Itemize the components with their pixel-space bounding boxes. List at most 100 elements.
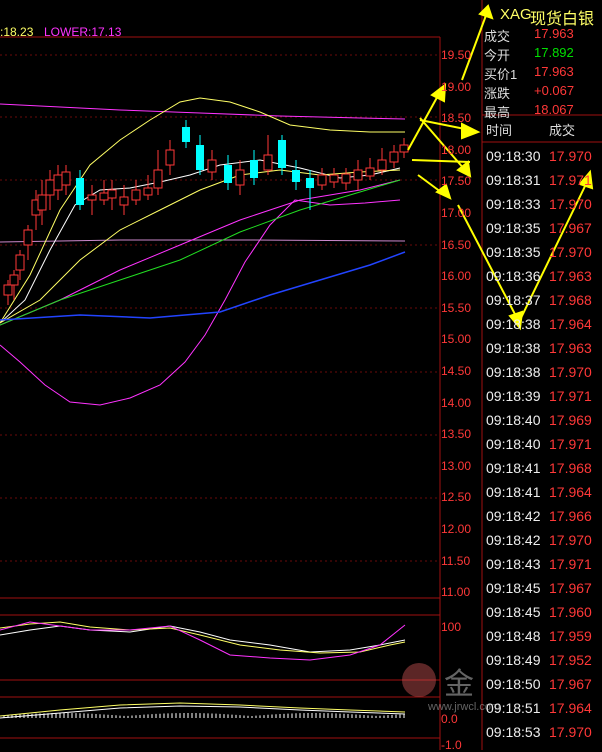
kdj-magenta	[0, 621, 406, 661]
trade-row[interactable]: 09:18:36 17.963	[482, 268, 602, 292]
candle-body	[278, 140, 286, 168]
quote-row: 今开 17.892	[482, 45, 602, 63]
trade-time: 09:18:49	[486, 652, 541, 668]
trade-row[interactable]: 09:18:53 17.970	[482, 724, 602, 748]
candle-body	[99, 192, 109, 201]
trade-row[interactable]: 09:18:35 17.970	[482, 244, 602, 268]
quote-row: 涨跌 +0.067	[482, 83, 602, 101]
trade-row[interactable]: 09:18:40 17.969	[482, 412, 602, 436]
trade-row[interactable]: 09:18:39 17.971	[482, 388, 602, 412]
trade-row[interactable]: 09:18:38 17.970	[482, 364, 602, 388]
trade-row[interactable]: 09:18:38 17.964	[482, 316, 602, 340]
candle-body	[143, 187, 153, 196]
trade-row[interactable]: 09:18:43 17.971	[482, 556, 602, 580]
trade-time: 09:18:35	[486, 244, 541, 260]
trade-price: 17.963	[549, 340, 592, 356]
trade-price: 17.960	[549, 604, 592, 620]
watermark-brand: 金	[444, 667, 474, 702]
candle-body	[76, 178, 84, 205]
watermark: 金 www.jrwcl.com	[400, 655, 500, 715]
trade-price: 17.970	[549, 532, 592, 548]
trade-row[interactable]: 09:18:45 17.960	[482, 604, 602, 628]
price-axis-tick: 15.50	[441, 300, 472, 315]
candle-body	[263, 154, 273, 171]
candle-body	[365, 167, 375, 177]
watermark-url: www.jrwcl.com	[428, 701, 501, 713]
trade-row[interactable]: 09:18:42 17.966	[482, 508, 602, 532]
ma-green	[0, 179, 401, 326]
price-axis-tick: 13.00	[441, 458, 472, 473]
trade-row[interactable]: 09:18:41 17.964	[482, 484, 602, 508]
trade-time: 09:18:38	[486, 316, 541, 332]
ma-yellow-upper	[0, 97, 405, 324]
quote-label: 涨跌	[484, 86, 511, 101]
trade-price: 17.970	[549, 148, 592, 164]
trade-row[interactable]: 09:18:45 17.967	[482, 580, 602, 604]
trade-time: 09:18:33	[486, 196, 541, 212]
quote-label: 成交	[484, 29, 511, 44]
trade-time: 09:18:31	[486, 172, 541, 188]
price-axis-tick: 18.00	[441, 142, 472, 157]
candle-body	[341, 173, 351, 184]
price-axis-tick: 17.00	[441, 206, 472, 220]
trade-time: 09:18:41	[486, 484, 541, 500]
trade-time: 09:18:40	[486, 436, 541, 452]
candle-body	[107, 189, 117, 199]
trades-header-time: 时间	[486, 123, 513, 138]
trade-time: 09:18:42	[486, 532, 541, 548]
trade-price: 17.964	[549, 484, 592, 500]
trade-time: 09:18:38	[486, 364, 541, 380]
price-axis-tick: 18.50	[441, 111, 472, 126]
trade-time: 09:18:38	[486, 340, 541, 356]
quote-row: 成交 17.963	[482, 26, 602, 44]
trade-row[interactable]: 09:18:37 17.968	[482, 292, 602, 316]
watermark-logo-icon	[402, 663, 436, 697]
kdj-white	[0, 625, 406, 653]
trade-row[interactable]: 09:18:33 17.970	[482, 196, 602, 220]
price-axis-tick: 19.50	[441, 48, 472, 62]
trade-price: 17.967	[549, 676, 592, 692]
trade-price: 17.968	[549, 460, 592, 476]
trade-row[interactable]: 09:18:30 17.970	[482, 148, 602, 172]
trade-time: 09:18:45	[486, 580, 541, 596]
ma-pink	[0, 239, 406, 243]
candle-body	[389, 151, 399, 163]
price-axis-tick: 16.00	[441, 269, 472, 284]
trade-row[interactable]: 09:18:50 17.967	[482, 676, 602, 700]
trade-price: 17.970	[549, 244, 592, 260]
trade-row[interactable]: 09:18:42 17.970	[482, 532, 602, 556]
price-axis-tick: 12.00	[441, 522, 472, 536]
quote-label: 今开	[484, 48, 511, 63]
candle-body	[87, 194, 97, 201]
symbol-code: XAG	[500, 6, 532, 23]
kdj-yellow	[0, 621, 406, 654]
trade-price: 17.952	[549, 652, 592, 668]
trade-time: 09:18:30	[486, 148, 541, 164]
trade-row[interactable]: 09:18:31 17.971	[482, 172, 602, 196]
indicator-axis-tick: 100	[441, 620, 462, 634]
price-axis-tick: 11.50	[441, 553, 471, 568]
quote-value: 17.892	[534, 45, 574, 60]
trade-price: 17.968	[549, 292, 592, 308]
price-axis-tick: 11.00	[441, 585, 471, 600]
trade-time: 09:18:42	[486, 508, 541, 524]
trade-row[interactable]: 09:18:35 17.967	[482, 220, 602, 244]
price-axis-tick: 17.50	[441, 174, 472, 189]
trade-time: 09:18:40	[486, 412, 541, 428]
candle-body	[165, 149, 175, 166]
trade-row[interactable]: 09:18:40 17.971	[482, 436, 602, 460]
trade-time: 09:18:48	[486, 628, 541, 644]
candle-body	[224, 165, 232, 183]
candle-body	[153, 169, 163, 189]
trade-price: 17.971	[549, 172, 592, 188]
trade-row[interactable]: 09:18:38 17.963	[482, 340, 602, 364]
candle-body	[235, 169, 245, 186]
trade-row[interactable]: 09:18:48 17.959	[482, 628, 602, 652]
trade-time: 09:18:53	[486, 724, 541, 740]
trade-row[interactable]: 09:18:49 17.952	[482, 652, 602, 676]
trade-row[interactable]: 09:18:41 17.968	[482, 460, 602, 484]
quote-value: 17.963	[534, 26, 574, 41]
candle-body	[329, 174, 339, 183]
quote-label: 最高	[484, 105, 511, 120]
price-axis-tick: 12.50	[441, 490, 472, 505]
